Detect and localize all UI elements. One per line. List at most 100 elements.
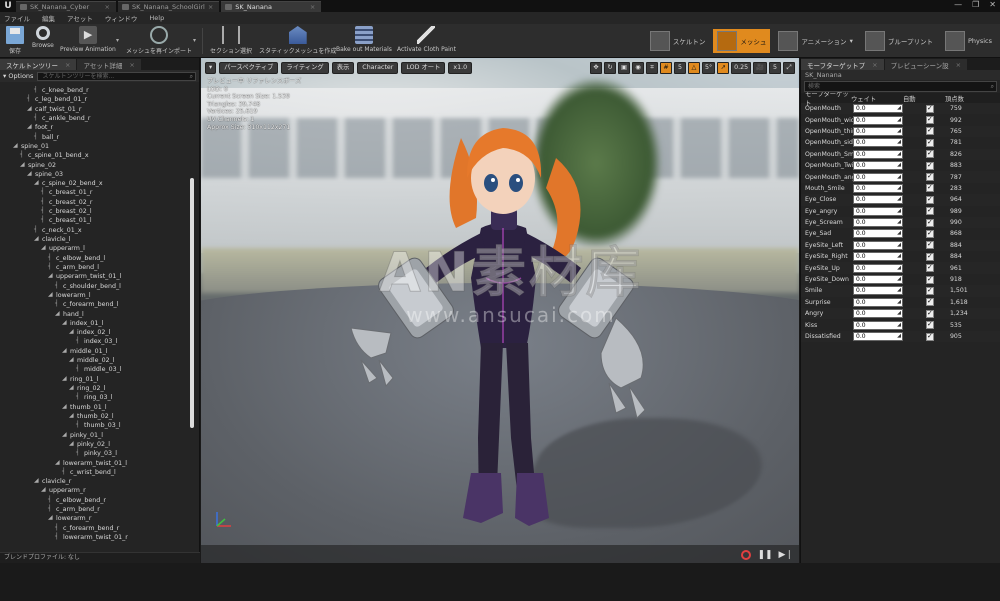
morph-target-row[interactable]: OpenMouth 0.0 759 [801,103,1000,115]
rotation-snap-value[interactable]: 5° [701,62,716,74]
tree-row[interactable]: ◢ calf_twist_01_r [2,105,190,114]
tree-row[interactable]: ◢ index_01_l [2,319,190,328]
close-tab-icon[interactable]: × [310,3,315,11]
tree-row[interactable]: ◢ lowerarm_twist_01_l [2,459,190,468]
tree-row[interactable]: ◢ pinky_02_l [2,440,190,449]
morph-target-row[interactable]: Eye_Close 0.0 964 [801,194,1000,206]
chevron-down-icon[interactable]: ▾ [850,37,853,45]
tree-row[interactable]: ┤ c_ankle_bend_r [2,114,190,123]
morph-weight-input[interactable]: 0.0 [853,138,903,148]
tree-row[interactable]: ◢ lowerarm_l [2,291,190,300]
expand-arrow-icon[interactable]: ◢ [27,170,33,177]
minimize-icon[interactable]: — [954,0,962,10]
morph-target-row[interactable]: Eye_Scream 0.0 990 [801,216,1000,229]
column-auto[interactable]: 自動 [903,94,945,103]
morph-target-row[interactable]: Eye_angry 0.0 989 [801,206,1000,217]
auto-checkbox[interactable] [926,309,934,318]
timeline-bar[interactable] [201,545,799,563]
chevron-down-icon[interactable]: ▾ [193,37,196,44]
close-tab-icon[interactable]: × [208,3,213,11]
tree-row[interactable]: ◢ thumb_01_l [2,403,190,412]
morph-weight-input[interactable]: 0.0 [853,309,903,319]
morph-target-row[interactable]: Smile 0.0 1,501 [801,285,1000,297]
tab-skeleton-tree[interactable]: スケルトンツリー × [0,59,77,70]
expand-arrow-icon[interactable]: ◢ [27,124,33,130]
tree-row[interactable]: ◢ spine_03 [2,170,190,179]
tree-row[interactable]: ┤ lowerarm_twist_01_r [2,533,190,542]
tree-row[interactable]: ◢ spine_01 [2,142,190,151]
expand-arrow-icon[interactable]: ◢ [69,412,75,419]
expand-arrow-icon[interactable]: ◢ [69,357,75,363]
morph-weight-input[interactable]: 0.0 [853,115,903,125]
grid-snap-value[interactable]: 5 [673,62,686,74]
tab-morph-target-preview[interactable]: モーフターゲットプ × [801,59,884,70]
lod-auto-button[interactable]: LOD オート [401,62,446,74]
expand-arrow-icon[interactable]: ◢ [20,161,26,168]
auto-checkbox[interactable] [926,218,934,227]
mode-physics[interactable]: Physics [941,29,996,53]
maximize-viewport-icon[interactable]: ⤢ [783,62,795,74]
auto-checkbox[interactable] [926,229,934,238]
tree-row[interactable]: ┤ c_knee_bend_r [2,86,190,95]
playback-speed-button[interactable]: x1.0 [448,62,473,74]
morph-target-row[interactable]: OpenMouth_thin0.0 765 [801,125,1000,138]
morph-weight-input[interactable]: 0.0 [853,206,903,216]
tree-row[interactable]: ┤ thumb_03_l [2,421,190,430]
tree-row[interactable]: ┤ c_arm_bend_l [2,263,190,272]
tree-row[interactable]: ◢ upperarm_r [2,486,190,495]
morph-weight-input[interactable]: 0.0 [853,104,903,114]
close-tab-icon[interactable]: × [105,3,110,11]
world-local-icon[interactable]: ◉ [631,62,644,74]
morph-target-row[interactable]: Kiss 0.0 535 [801,319,1000,330]
auto-checkbox[interactable] [926,275,934,284]
expand-arrow-icon[interactable]: ◢ [34,236,40,242]
expand-arrow-icon[interactable]: ◢ [55,310,61,317]
column-vertex-count[interactable]: 頂点数 [945,94,985,103]
auto-checkbox[interactable] [926,104,934,113]
tree-row[interactable]: ◢ ring_01_l [2,375,190,384]
browse-button[interactable]: Browse [32,26,54,49]
reimport-mesh-button[interactable]: メッシュを再インポート [126,26,192,55]
expand-arrow-icon[interactable]: ◢ [48,291,54,298]
tree-row[interactable]: ┤ c_forearm_bend_l [2,300,190,309]
scale-icon[interactable]: ▣ [617,62,630,74]
expand-arrow-icon[interactable]: ◢ [48,273,54,279]
tree-row[interactable]: ┤ c_breast_02_r [2,198,190,207]
character-button[interactable]: Character [357,62,399,74]
show-button[interactable]: 表示 [331,62,355,74]
auto-checkbox[interactable] [926,240,934,250]
morph-target-row[interactable]: Mouth_Smile 0.0 283 [801,183,1000,194]
tree-row[interactable]: ┤ index_03_l [2,337,190,346]
close-tab-icon[interactable]: × [956,61,961,69]
mode-mesh[interactable]: メッシュ [713,29,771,53]
tree-row[interactable]: ◢ ring_02_l [2,384,190,393]
morph-weight-input[interactable]: 0.0 [853,229,903,239]
menu-window[interactable]: ウィンドウ [105,13,138,23]
tree-row[interactable]: ◢ pinky_01_l [2,431,190,440]
options-dropdown[interactable]: ▾ Options [3,72,33,80]
morph-target-row[interactable]: OpenMouth_Twist0.0 883 [801,160,1000,171]
morph-weight-input[interactable]: 0.0 [853,263,903,273]
morph-weight-input[interactable]: 0.0 [853,332,903,341]
auto-checkbox[interactable] [926,252,934,261]
tree-row[interactable]: ┤ c_forearm_bend_r [2,524,190,533]
morph-weight-input[interactable]: 0.0 [853,161,903,171]
morph-target-row[interactable]: Angry 0.0 1,234 [801,308,1000,320]
morph-target-row[interactable]: EyeSite_Up 0.0 961 [801,262,1000,274]
tree-row[interactable]: ◢ c_spine_02_bend_x [2,179,190,188]
tree-row[interactable]: ┤ c_breast_01_l [2,216,190,225]
doc-tab-nanana[interactable]: SK_Nanana × [221,1,322,12]
morph-search-input[interactable]: 検索 ⌕ [804,81,997,92]
auto-checkbox[interactable] [926,126,934,136]
tree-row[interactable]: ┤ c_arm_bend_r [2,505,190,514]
mode-animation[interactable]: アニメーション ▾ [774,29,857,53]
camera-speed-icon[interactable]: 🎥 [753,62,767,74]
expand-arrow-icon[interactable]: ◢ [62,403,68,410]
expand-arrow-icon[interactable]: ◢ [48,515,54,521]
tree-row[interactable]: ◢ index_02_l [2,328,190,337]
column-weight[interactable]: ウェイト [851,94,903,103]
morph-weight-input[interactable]: 0.0 [853,218,903,228]
tab-preview-scene-settings[interactable]: プレビューシーン設 × [884,59,968,70]
tree-row[interactable]: ┤ c_leg_bend_01_r [2,95,190,104]
tree-row[interactable]: ◢ thumb_02_l [2,412,190,421]
